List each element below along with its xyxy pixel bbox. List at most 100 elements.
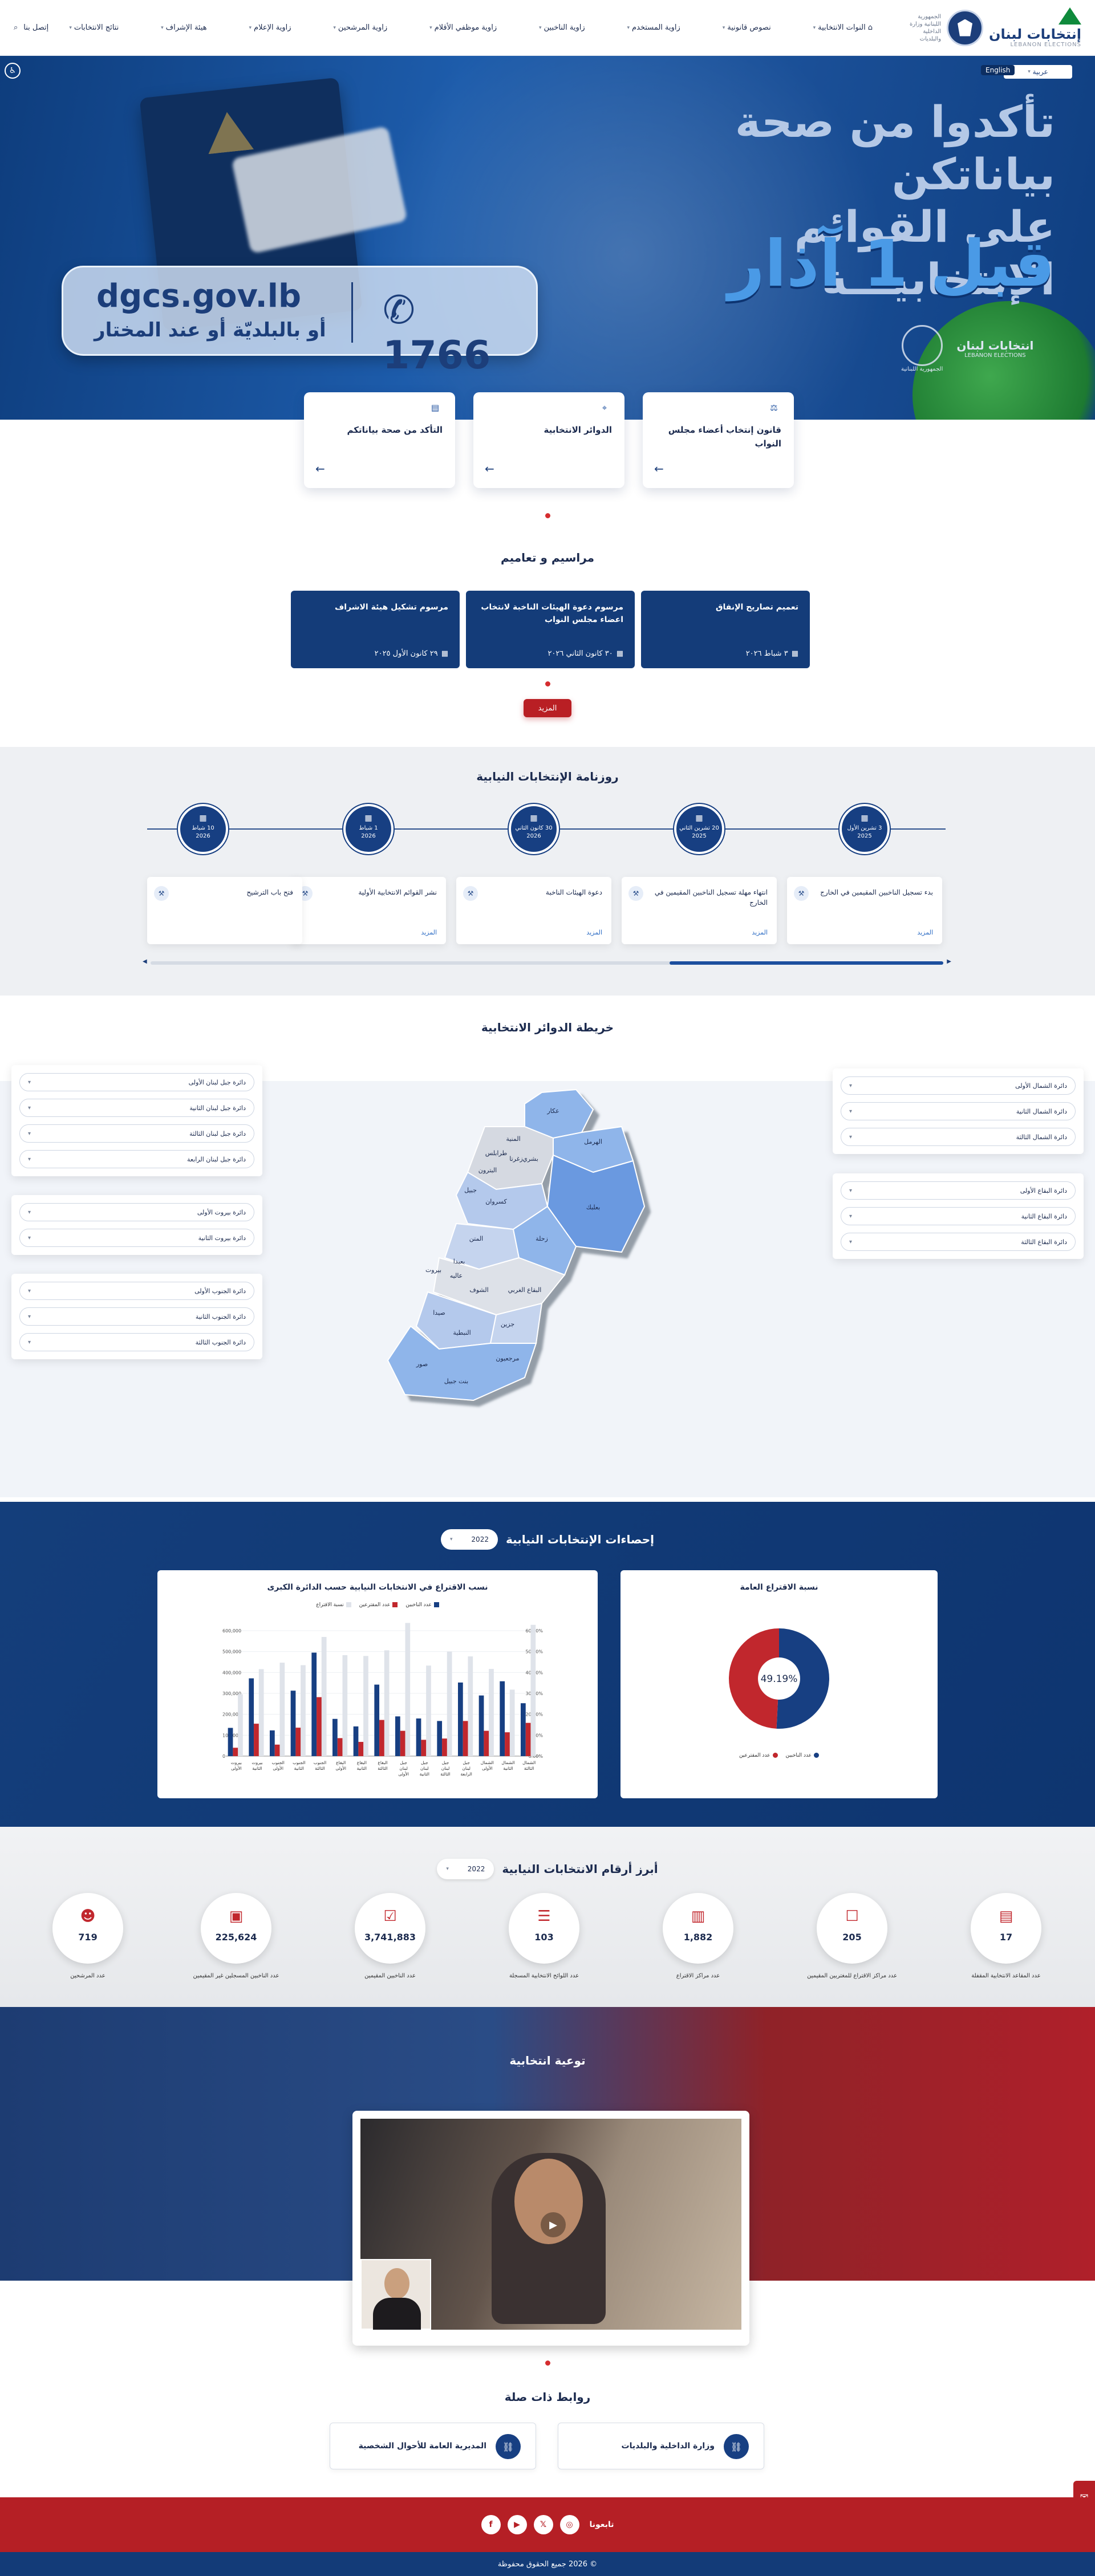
nav-item-6[interactable]: زاوية الإعلام ▾: [249, 23, 291, 32]
district-select[interactable]: دائرة الجنوب الثانية ▾: [19, 1307, 254, 1326]
nav-home[interactable]: ⌂ النوات الانتخابية ▾: [813, 23, 873, 32]
numbers-title: أبرز أرقام الانتخابات النيابية: [502, 1862, 658, 1876]
x-tick-label: جبل: [421, 1760, 428, 1765]
chevron-down-icon: ▾: [429, 25, 432, 31]
arrow-left-icon[interactable]: ◀: [143, 958, 147, 965]
people-icon: ☻: [80, 1908, 96, 1925]
district-label: دائرة بيروت الأولى: [197, 1208, 246, 1216]
district-select[interactable]: دائرة البقاع الثانية ▾: [841, 1207, 1076, 1225]
bar-voters: [521, 1703, 526, 1756]
scrollbar-thumb[interactable]: [670, 961, 943, 965]
nav-item-7[interactable]: هيئة الإشراف ▾: [161, 23, 207, 32]
hero-logos: انتخابات لبنان LEBANON ELECTIONS الجمهور…: [901, 325, 1033, 372]
related-link-card[interactable]: ⛓ المديرية العامة للأحوال الشخصية: [330, 2423, 536, 2469]
nav-label: نتائج الانتخابات: [74, 23, 119, 32]
district-select[interactable]: دائرة جبل لبنان الثانية ▾: [19, 1099, 254, 1117]
contact-link[interactable]: إتصل بنا: [23, 23, 48, 32]
timeline-more-link[interactable]: المزيد: [752, 929, 768, 936]
timeline-node[interactable]: ▦ 3 تشرين الأول 2025: [840, 804, 890, 854]
link-icon: ⛓: [724, 2434, 749, 2459]
district-select[interactable]: دائرة البقاع الثالثة ▾: [841, 1233, 1076, 1251]
timeline-card[interactable]: ⚒ نشر القوائم الانتخابية الأولية المزيد: [291, 877, 446, 944]
quick-card-verify[interactable]: ▤ التأكد من صحة بياناتكم ←: [304, 392, 455, 488]
district-label: دائرة البقاع الأولى: [1020, 1187, 1067, 1194]
timeline-more-link[interactable]: المزيد: [586, 929, 602, 936]
stat-label: عدد اللوائح الانتخابية المسجلة: [509, 1973, 579, 1979]
hero-url[interactable]: dgcs.gov.lb: [96, 278, 301, 315]
carousel-dot[interactable]: [545, 2360, 550, 2366]
carousel-dot[interactable]: [545, 681, 550, 686]
bar-rate: [342, 1655, 348, 1756]
nav-item-2[interactable]: زاوية المستخدم ▾: [627, 23, 680, 32]
youtube-icon[interactable]: ▶: [507, 2515, 527, 2534]
bar-voters: [458, 1682, 463, 1756]
timeline-card[interactable]: ⚒ انتهاء مهلة تسجيل الناخبين المقيمين في …: [622, 877, 777, 944]
district-select[interactable]: دائرة الشمال الثانية ▾: [841, 1102, 1076, 1120]
year-select[interactable]: 2022 ▾: [440, 1529, 498, 1550]
timeline-more-link[interactable]: المزيد: [421, 929, 437, 936]
language-toggle[interactable]: English: [981, 65, 1015, 75]
timeline-more-link[interactable]: المزيد: [917, 929, 933, 936]
facebook-icon[interactable]: f: [481, 2515, 501, 2534]
search-icon[interactable]: ⌕: [14, 23, 18, 32]
lebanon-map[interactable]: عكار المنية طرابلس البترون زغرتا بشري الهرمل جب…: [325, 1075, 679, 1417]
quick-card-districts[interactable]: ⌖ الدوائر الانتخابية ←: [473, 392, 624, 488]
timeline-node[interactable]: ▦ 10 شباط 2026: [178, 804, 228, 854]
district-select[interactable]: دائرة جبل لبنان الأولى ▾: [19, 1073, 254, 1091]
district-select[interactable]: دائرة البقاع الأولى ▾: [841, 1181, 1076, 1200]
carousel-dot[interactable]: [545, 513, 550, 518]
timeline-node[interactable]: ▦ 20 تشرين الثاني 2025: [674, 804, 724, 854]
decree-card[interactable]: مرسوم تشكيل هيئة الاشراف ▦ ٢٩ كانون الأول…: [291, 591, 460, 668]
signer-body: [373, 2298, 421, 2330]
district-select[interactable]: دائرة الجنوب الأولى ▾: [19, 1282, 254, 1300]
district-select[interactable]: دائرة بيروت الثانية ▾: [19, 1229, 254, 1247]
decree-card[interactable]: تعميم تصاريح الإنفاق ▦ ٣ شباط ٢٠٢٦: [641, 591, 810, 668]
region-panel-mount-lebanon: دائرة جبل لبنان الأولى ▾ دائرة جبل لبنان …: [11, 1065, 262, 1176]
decree-card[interactable]: مرسوم دعوة الهيئات الناخبة لانتخاب اعضاء…: [466, 591, 635, 668]
timeline-card[interactable]: ⚒ بدء تسجيل الناخبين المقيمين في الخارج ال…: [787, 877, 942, 944]
accessibility-icon[interactable]: ♿: [5, 63, 21, 79]
bar-voters: [290, 1691, 296, 1756]
brand-logo[interactable]: إنتخابات لبنان LEBANON ELECTIONS الجمهور…: [893, 7, 1081, 48]
quick-card-law[interactable]: ⚖ قانون إنتخاب أعضاء مجلس النواب ←: [643, 392, 794, 488]
district-select[interactable]: دائرة الشمال الثالثة ▾: [841, 1128, 1076, 1146]
nav-item-1[interactable]: نصوص قانونية ▾: [723, 23, 771, 32]
district-map-label: بعلبك: [586, 1204, 601, 1211]
district-select[interactable]: دائرة بيروت الأولى ▾: [19, 1203, 254, 1221]
timeline-node[interactable]: ▦ 30 كانون الثاني 2026: [509, 804, 559, 854]
nav-label: زاوية المستخدم: [632, 23, 680, 32]
timeline-card[interactable]: ⚒ دعوة الهيئات الناخبة المزيد: [456, 877, 611, 944]
district-select[interactable]: دائرة جبل لبنان الثالثة ▾: [19, 1124, 254, 1143]
nav-item-4[interactable]: زاوية موظفي الأقلام ▾: [429, 23, 497, 32]
arrow-right-icon[interactable]: ▶: [947, 958, 951, 965]
district-map-label: جزين: [501, 1320, 514, 1328]
district-select[interactable]: دائرة الجنوب الثالثة ▾: [19, 1333, 254, 1351]
nav-item-5[interactable]: زاوية المرشحين ▾: [333, 23, 387, 32]
timeline-scrollbar[interactable]: ▶ ◀: [143, 958, 951, 965]
gavel-icon: ⚒: [794, 886, 809, 901]
nav-item-3[interactable]: زاوية الناخبين ▾: [539, 23, 585, 32]
instagram-icon[interactable]: ◎: [559, 2515, 579, 2534]
district-map-label: عاليه: [450, 1272, 463, 1279]
more-button[interactable]: المزيد: [524, 699, 571, 717]
awareness-video[interactable]: ▶: [352, 2111, 749, 2346]
bar-rate: [384, 1650, 390, 1756]
pie-center-label: 49.19%: [761, 1673, 798, 1685]
awareness-title: توعية انتخابية: [509, 2054, 586, 2067]
timeline-year: 2025: [692, 833, 707, 839]
hero-contact-pill: dgcs.gov.lb أو بالبلديّة أو عند المختار …: [62, 266, 538, 378]
nav-item-8[interactable]: نتائج الانتخابات ▾: [69, 23, 119, 32]
chevron-down-icon: ▾: [28, 1079, 31, 1086]
bar-rate: [279, 1663, 285, 1756]
district-select[interactable]: دائرة الشمال الأولى ▾: [841, 1076, 1076, 1095]
district-select[interactable]: دائرة جبل لبنان الرابعة ▾: [19, 1150, 254, 1168]
bar-voters: [395, 1716, 400, 1756]
chevron-down-icon: ▾: [28, 1234, 31, 1241]
x-twitter-icon[interactable]: 𝕏: [533, 2515, 553, 2534]
hero-phone: ✆ 1766: [383, 288, 536, 378]
year-select[interactable]: 2022 ▾: [437, 1859, 494, 1879]
timeline-node[interactable]: ▦ 1 شباط 2026: [343, 804, 394, 854]
play-icon[interactable]: ▶: [541, 2212, 566, 2237]
timeline-card[interactable]: ⚒ فتح باب الترشيح: [147, 877, 302, 944]
related-link-card[interactable]: ⛓ وزارة الداخلية والبلديات: [558, 2423, 764, 2469]
